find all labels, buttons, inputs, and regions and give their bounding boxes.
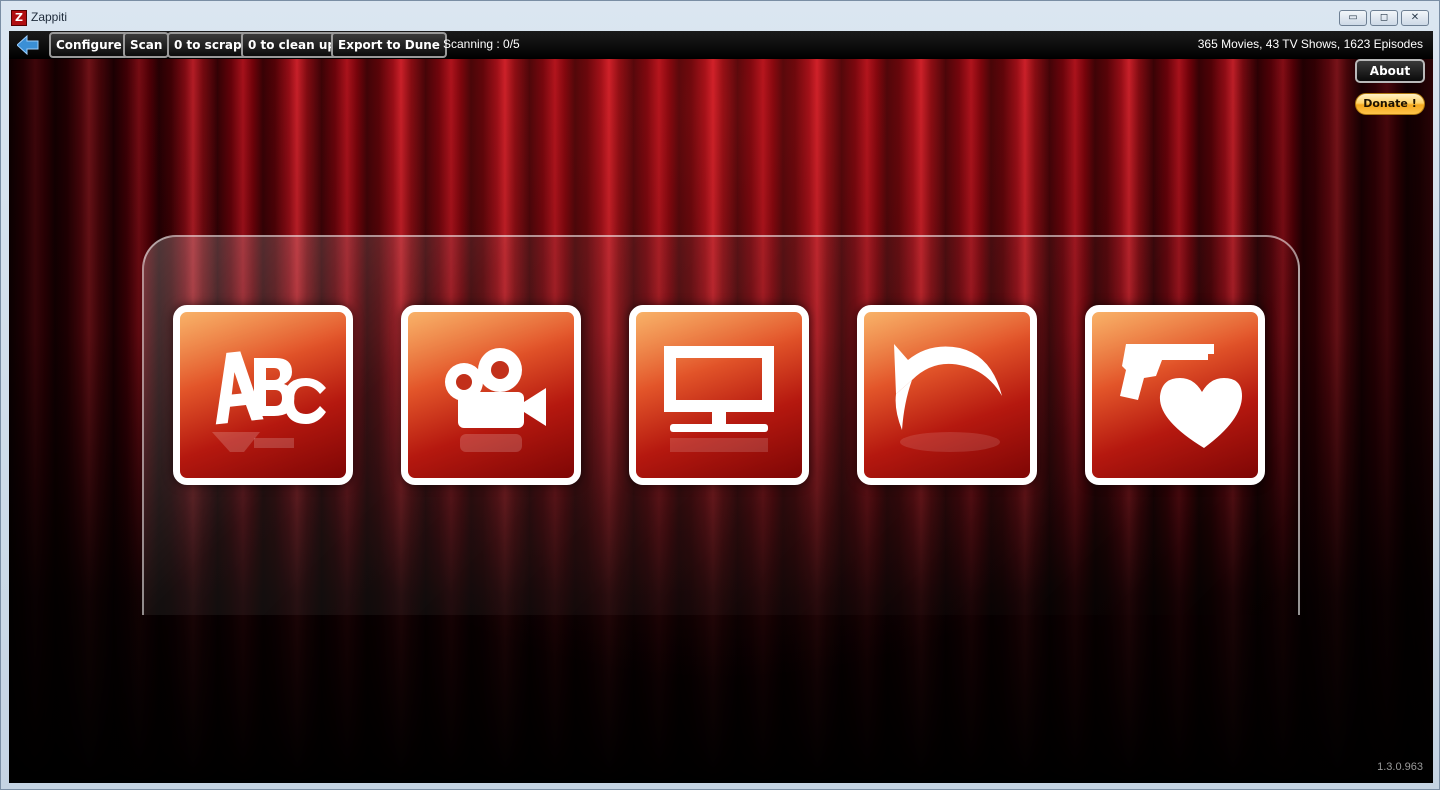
abc-letters-icon <box>212 351 326 452</box>
tvshows-tile[interactable] <box>629 305 809 485</box>
toolbar: Configure Scan 0 to scrap 0 to clean up … <box>9 31 1433 59</box>
curved-back-arrow-icon <box>894 344 1002 452</box>
minimize-button[interactable]: ▭ <box>1339 10 1367 26</box>
scan-status: Scanning : 0/5 <box>443 37 520 51</box>
abc-tile[interactable] <box>173 305 353 485</box>
version-label: 1.3.0.963 <box>1377 761 1423 773</box>
back-button[interactable] <box>16 34 39 56</box>
export-to-dune-button[interactable]: Export to Dune <box>331 32 447 58</box>
window-title: Zappiti <box>31 10 68 24</box>
tv-monitor-icon <box>664 346 774 452</box>
back-arrow-icon <box>16 34 39 56</box>
library-count: 365 Movies, 43 TV Shows, 1623 Episodes <box>1197 37 1423 51</box>
scan-button[interactable]: Scan <box>123 32 170 58</box>
movies-tile[interactable] <box>401 305 581 485</box>
app-window: Z Zappiti ▭ ◻ ✕ Configure Scan 0 to scra… <box>0 0 1440 790</box>
movie-camera-icon <box>445 348 546 452</box>
title-bar[interactable]: Z Zappiti ▭ ◻ ✕ <box>1 1 1439 31</box>
genres-tile[interactable] <box>1085 305 1265 485</box>
close-button[interactable]: ✕ <box>1401 10 1429 26</box>
to-scrap-button[interactable]: 0 to scrap <box>167 32 249 58</box>
window-controls: ▭ ◻ ✕ <box>1339 10 1429 26</box>
to-clean-up-button[interactable]: 0 to clean up <box>241 32 344 58</box>
about-button[interactable]: About <box>1355 59 1425 83</box>
maximize-button[interactable]: ◻ <box>1370 10 1398 26</box>
app-logo-icon: Z <box>11 10 27 26</box>
donate-button[interactable]: Donate ! <box>1355 93 1425 115</box>
main-area: Configure Scan 0 to scrap 0 to clean up … <box>9 31 1433 783</box>
gun-and-heart-icon <box>1120 344 1242 448</box>
configure-button[interactable]: Configure <box>49 32 129 58</box>
recent-tile[interactable] <box>857 305 1037 485</box>
